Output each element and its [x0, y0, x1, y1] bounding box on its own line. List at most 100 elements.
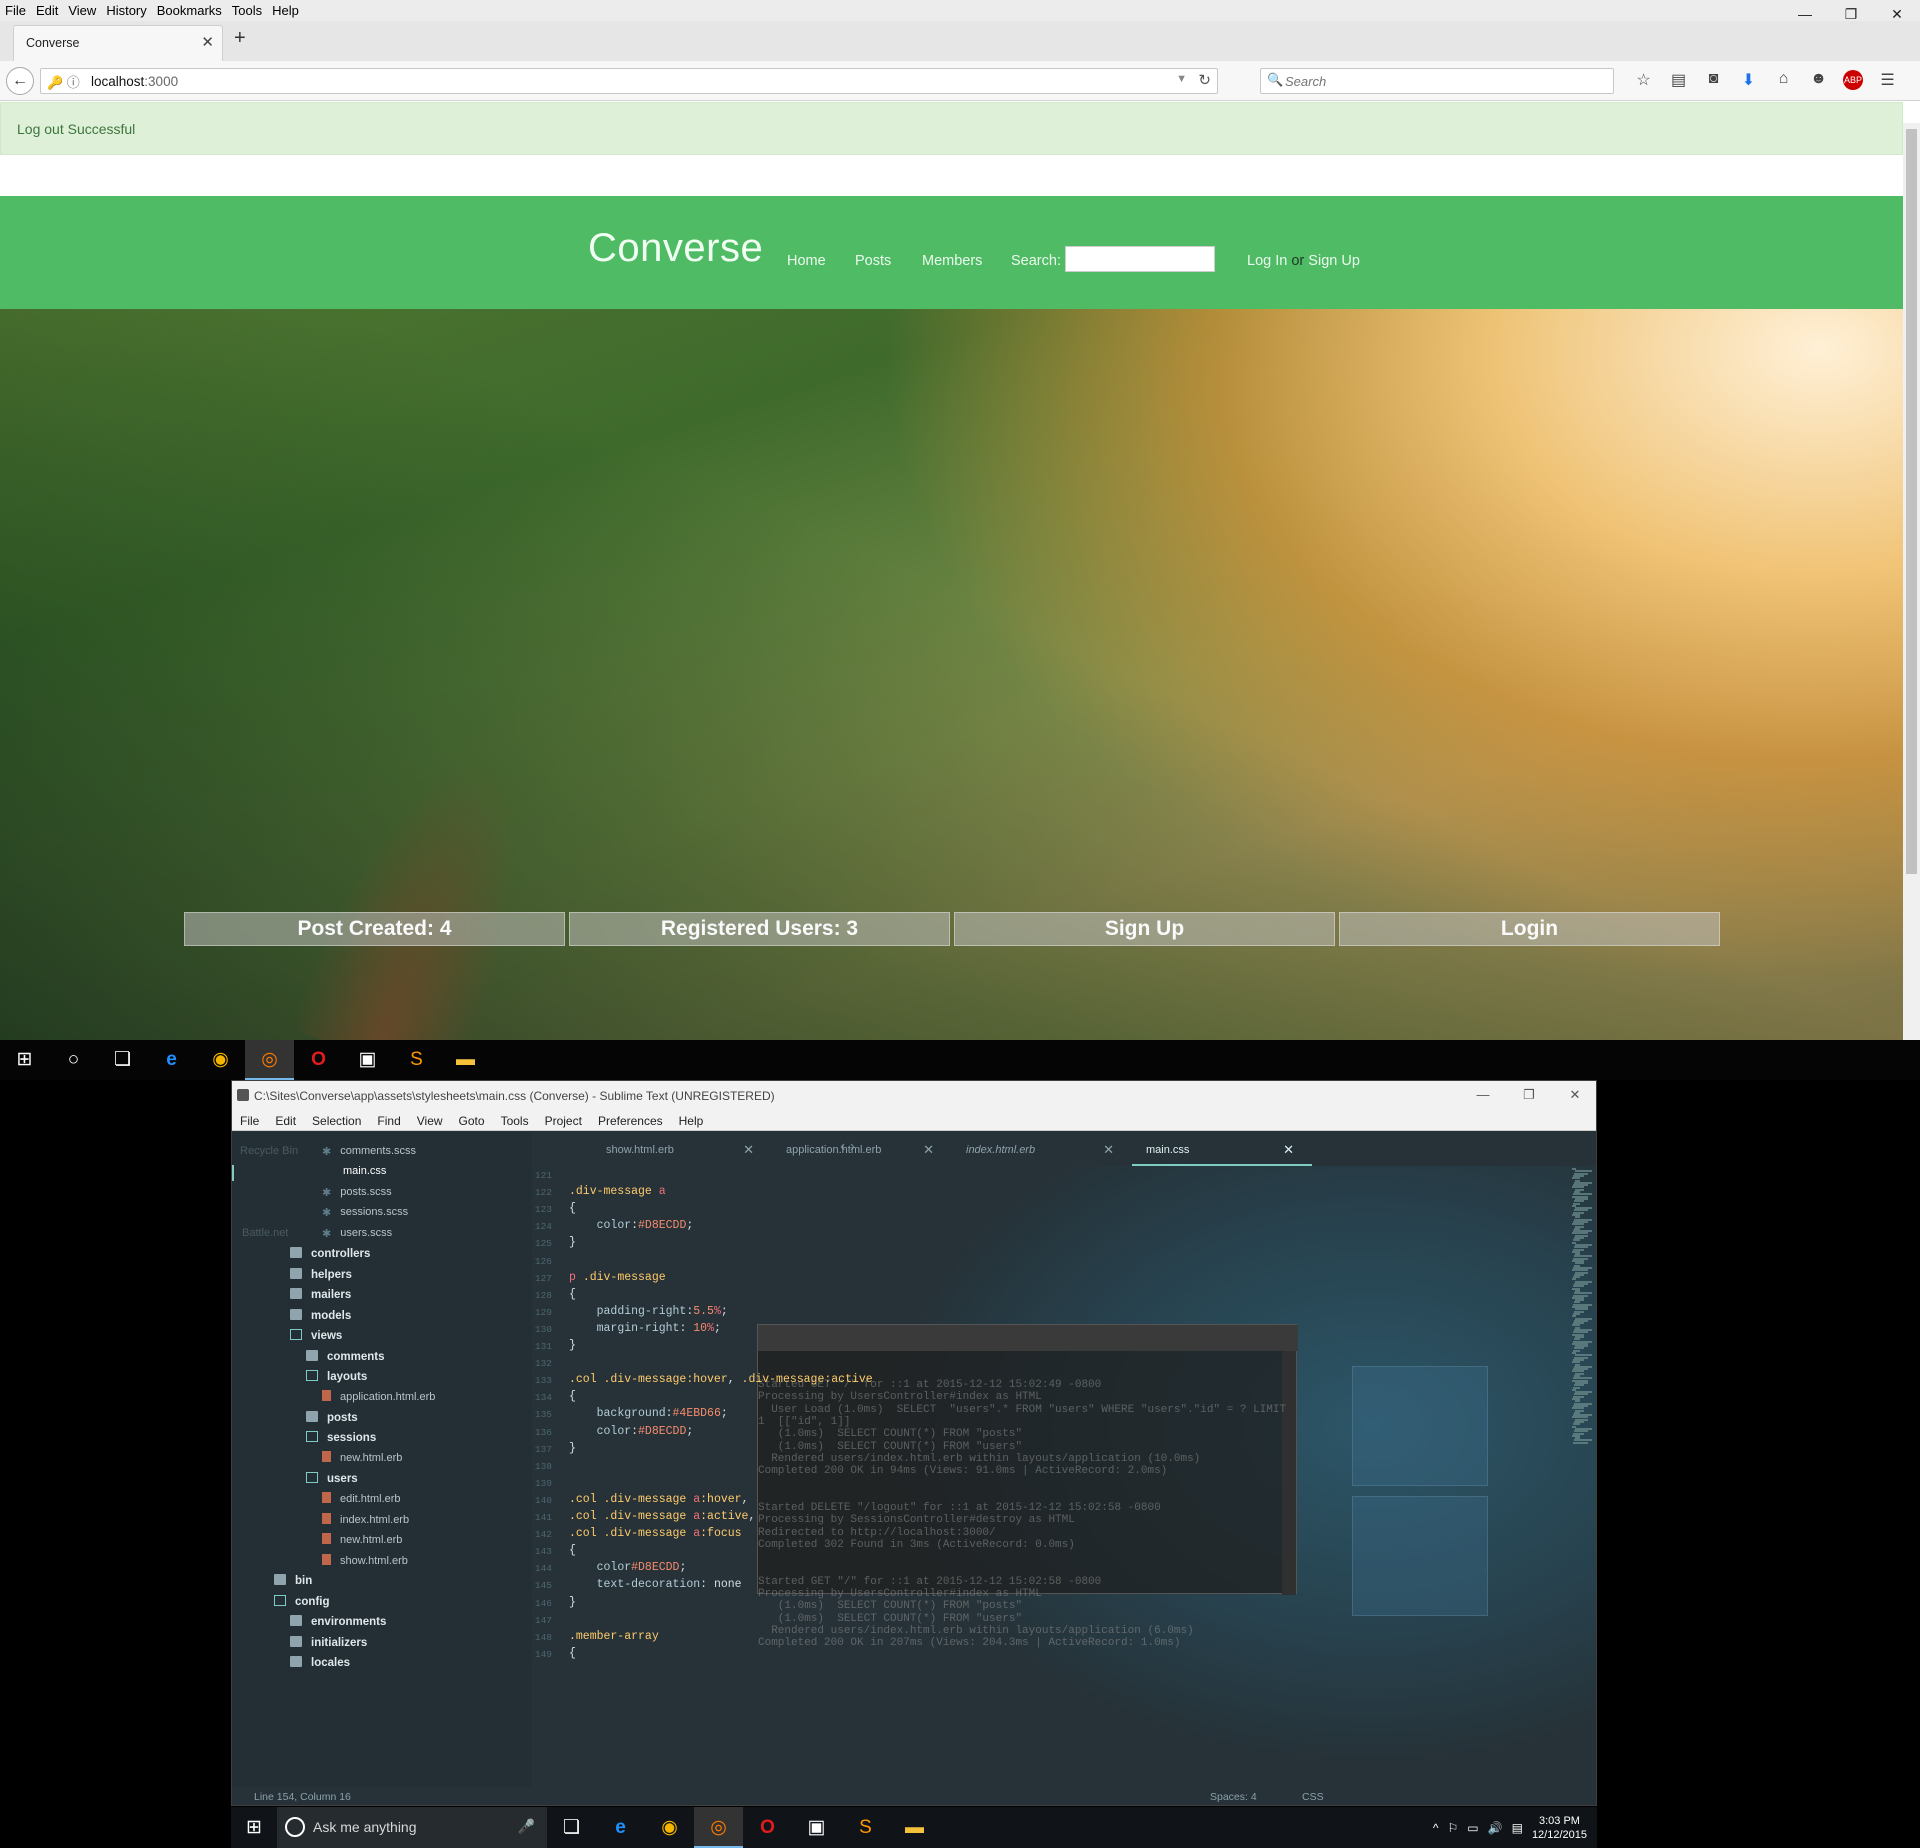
st-menu-tools[interactable]: Tools — [493, 1111, 537, 1128]
code-line[interactable]: } — [569, 1236, 576, 1249]
hero-login-button[interactable]: Login — [1339, 912, 1720, 946]
sidebar-file[interactable]: application.html.erb — [322, 1390, 435, 1403]
st-menu-help[interactable]: Help — [671, 1111, 712, 1128]
login-link[interactable]: Log In — [1247, 253, 1287, 269]
code-line[interactable]: .member-array — [569, 1630, 659, 1643]
sidebar-folder[interactable]: views — [290, 1329, 342, 1342]
sidebar-file[interactable]: index.html.erb — [322, 1513, 409, 1526]
sidebar-folder[interactable]: config — [274, 1595, 330, 1608]
code-line[interactable]: .col .div-message:hover, .div-message:ac… — [569, 1373, 873, 1386]
code-line[interactable]: .col .div-message a:hover, — [569, 1493, 748, 1506]
menu-view[interactable]: View — [63, 0, 101, 19]
home-icon[interactable]: ⌂ — [1766, 70, 1801, 90]
nav-home[interactable]: Home — [787, 253, 826, 269]
sublime-close-button[interactable]: ✕ — [1552, 1081, 1596, 1109]
code-line[interactable]: padding-right:5.5%; — [569, 1305, 728, 1318]
sidebar-folder[interactable]: comments — [306, 1350, 385, 1363]
sublime-icon[interactable]: S — [392, 1040, 441, 1080]
code-line[interactable]: background:#4EBD66; — [569, 1407, 728, 1420]
downloads-icon[interactable]: ⬇ — [1731, 70, 1766, 90]
st-menu-edit[interactable]: Edit — [267, 1111, 304, 1128]
sidebar-folder[interactable]: environments — [290, 1615, 386, 1628]
editor-tab[interactable]: show.html.erb ✕ — [592, 1132, 772, 1166]
sublime-icon[interactable]: S — [841, 1807, 890, 1848]
adblock-icon[interactable]: ABP — [1843, 70, 1863, 90]
code-line[interactable]: margin-right: 10%; — [569, 1322, 721, 1335]
menu-tools[interactable]: Tools — [227, 0, 267, 19]
st-menu-view[interactable]: View — [409, 1111, 451, 1128]
code-editor[interactable]: Started GET "/" for ::1 at 2015-12-12 15… — [532, 1166, 1596, 1766]
sidebar-file[interactable]: show.html.erb — [322, 1554, 408, 1567]
code-line[interactable]: } — [569, 1442, 576, 1455]
battery-icon[interactable]: ▭ — [1467, 1821, 1478, 1835]
hello-icon[interactable]: ☻ — [1801, 70, 1836, 90]
opera-icon[interactable]: O — [743, 1807, 792, 1848]
windows-start-icon[interactable]: ⊞ — [231, 1816, 277, 1839]
edge-icon[interactable]: e — [147, 1040, 196, 1080]
scrollbar-thumb[interactable] — [1906, 129, 1917, 874]
hero-signup-button[interactable]: Sign Up — [954, 912, 1335, 946]
chrome-icon[interactable]: ◉ — [645, 1807, 694, 1848]
code-line[interactable]: color:#D8ECDD; — [569, 1425, 694, 1438]
microphone-icon[interactable]: 🎤 — [518, 1818, 535, 1835]
code-line[interactable]: text-decoration: none — [569, 1578, 742, 1591]
task-view-icon[interactable]: ❏ — [98, 1040, 147, 1080]
syntax-setting[interactable]: CSS — [1302, 1791, 1324, 1803]
editor-tab[interactable]: application.html.erb ✕ — [772, 1132, 952, 1166]
code-line[interactable]: .col .div-message a:active, — [569, 1510, 755, 1523]
sidebar-folder[interactable]: posts — [306, 1411, 358, 1424]
sidebar-file[interactable]: ✱ sessions.scss — [322, 1206, 408, 1219]
editor-tab[interactable]: main.css ✕ — [1132, 1132, 1312, 1166]
tab-close-icon[interactable]: ✕ — [1283, 1142, 1294, 1158]
sidebar-folder[interactable]: users — [306, 1472, 358, 1485]
code-line[interactable]: } — [569, 1339, 576, 1352]
menu-help[interactable]: Help — [267, 0, 304, 19]
code-line[interactable]: .col .div-message a:focus — [569, 1527, 742, 1540]
st-menu-project[interactable]: Project — [537, 1111, 590, 1128]
code-line[interactable]: { — [569, 1390, 576, 1403]
st-menu-selection[interactable]: Selection — [304, 1111, 369, 1128]
code-line[interactable]: color#D8ECDD; — [569, 1561, 687, 1574]
back-button[interactable]: ← — [6, 67, 34, 95]
sidebar-folder[interactable]: initializers — [290, 1636, 367, 1649]
menu-history[interactable]: History — [101, 0, 151, 19]
sidebar-file[interactable]: new.html.erb — [322, 1451, 402, 1464]
menu-edit[interactable]: Edit — [31, 0, 63, 19]
site-brand[interactable]: Converse — [588, 226, 763, 271]
code-line[interactable]: .div-message a — [569, 1185, 666, 1198]
indentation-setting[interactable]: Spaces: 4 — [1210, 1791, 1257, 1803]
page-scrollbar[interactable] — [1903, 123, 1920, 1040]
sidebar-folder[interactable]: models — [290, 1309, 351, 1322]
tab-converse[interactable]: Converse ✕ — [13, 25, 223, 61]
st-menu-find[interactable]: Find — [369, 1111, 408, 1128]
st-menu-file[interactable]: File — [232, 1111, 267, 1128]
sidebar-file[interactable]: ✱ users.scss — [322, 1227, 392, 1240]
firefox-icon[interactable]: ◎ — [245, 1040, 294, 1080]
new-tab-button[interactable]: + — [234, 27, 246, 50]
sidebar-folder[interactable]: locales — [290, 1656, 350, 1669]
code-line[interactable]: p .div-message — [569, 1271, 666, 1284]
url-text[interactable]: localhost:3000 — [91, 74, 178, 89]
opera-icon[interactable]: O — [294, 1040, 343, 1080]
editor-tab[interactable]: index.html.erb ✕ — [952, 1132, 1132, 1166]
terminal-icon[interactable]: ▣ — [792, 1807, 841, 1848]
tab-close-icon[interactable]: ✕ — [743, 1142, 754, 1158]
sidebar-folder[interactable]: controllers — [290, 1247, 370, 1260]
sidebar-file[interactable]: ✱ posts.scss — [322, 1186, 392, 1199]
minimap[interactable] — [1572, 1166, 1596, 1466]
volume-icon[interactable]: 🔊 — [1488, 1821, 1503, 1835]
sidebar-file[interactable]: ✱ comments.scss — [322, 1145, 416, 1158]
menu-file[interactable]: File — [0, 0, 31, 19]
site-search-input[interactable] — [1065, 246, 1215, 272]
start-icon[interactable]: ⊞ — [0, 1040, 49, 1080]
edge-icon[interactable]: e — [596, 1807, 645, 1848]
show-hidden-icons[interactable]: ^ — [1433, 1821, 1439, 1835]
browser-search-input[interactable] — [1285, 72, 1605, 90]
terminal-icon[interactable]: ▣ — [343, 1040, 392, 1080]
menu-bookmarks[interactable]: Bookmarks — [152, 0, 227, 19]
st-menu-preferences[interactable]: Preferences — [590, 1111, 671, 1128]
code-line[interactable]: { — [569, 1202, 576, 1215]
nav-members[interactable]: Members — [922, 253, 982, 269]
reading-list-icon[interactable]: ▤ — [1661, 70, 1696, 90]
tab-close-icon[interactable]: ✕ — [1103, 1142, 1114, 1158]
